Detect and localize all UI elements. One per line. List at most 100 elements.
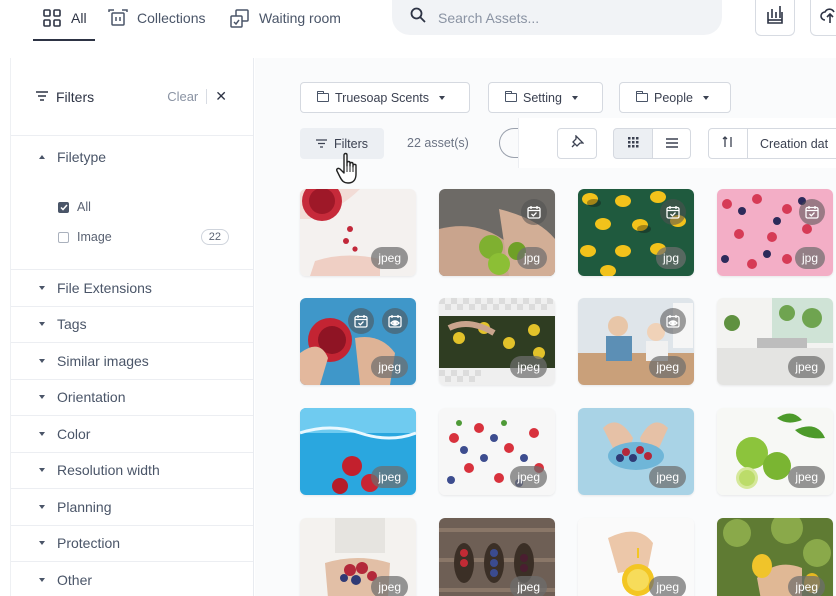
asset-card[interactable]: jpeg (439, 408, 555, 495)
folder-label: People (654, 90, 693, 105)
filter-lines-icon (315, 137, 327, 151)
chevron-down-icon (39, 541, 45, 546)
tab-collections-label: Collections (137, 10, 206, 26)
folder-label: Setting (523, 90, 562, 105)
chevron-down-icon (39, 358, 45, 363)
asset-card[interactable]: jpeg (300, 518, 416, 596)
checkbox-unchecked[interactable] (58, 231, 69, 243)
grid-view-icon (627, 135, 639, 153)
folder-icon (636, 91, 648, 102)
filter-section-file-extensions[interactable]: File Extensions (11, 270, 253, 307)
filter-section-protection[interactable]: Protection (11, 526, 253, 562)
filters-title: Filters (56, 88, 95, 105)
waiting-room-icon (230, 8, 250, 28)
file-extension-badge: jpeg (371, 466, 408, 488)
cloud-button[interactable] (810, 0, 836, 36)
checkbox-checked[interactable] (58, 201, 69, 213)
folder-dropdown-people[interactable]: People (619, 82, 731, 113)
filter-section-label: Color (57, 425, 91, 442)
filter-sections-list: File Extensions Tags Similar images Orienta… (11, 270, 253, 596)
view-icon[interactable] (382, 308, 408, 334)
folder-label: Truesoap Scents (335, 90, 430, 105)
filter-section-label: Other (57, 571, 93, 588)
chevron-down-icon (39, 322, 45, 327)
list-view-button[interactable] (652, 128, 691, 159)
filetype-toggle[interactable]: Filetype (11, 136, 253, 178)
folder-icon (317, 91, 329, 102)
tab-all[interactable]: All (42, 0, 87, 36)
asset-card[interactable]: jpeg (578, 518, 694, 596)
folder-dropdown-setting[interactable]: Setting (488, 82, 603, 113)
search-input[interactable] (438, 9, 688, 26)
asset-card[interactable]: jpeg (439, 518, 555, 596)
schedule-icon[interactable] (521, 199, 547, 225)
asset-card[interactable]: jpeg (717, 408, 833, 495)
schedule-icon[interactable] (348, 308, 374, 334)
filter-section-tags[interactable]: Tags (11, 307, 253, 343)
list-view-icon (665, 135, 678, 153)
tab-collections[interactable]: Collections (108, 0, 205, 36)
filter-section-planning[interactable]: Planning (11, 489, 253, 526)
filter-section-resolution-width[interactable]: Resolution width (11, 453, 253, 489)
file-extension-badge: jpeg (788, 466, 825, 488)
file-extension-badge: jpeg (649, 576, 686, 596)
asset-card[interactable]: jpeg (717, 298, 833, 385)
search-bar (392, 0, 722, 35)
count-badge: 22 (200, 229, 229, 245)
upload-button[interactable] (755, 0, 795, 36)
filter-section-label: Orientation (57, 389, 126, 406)
asset-card[interactable]: jpeg (578, 298, 694, 385)
asset-card[interactable]: jpg (717, 189, 833, 276)
clear-filters-button[interactable]: Clear (167, 89, 208, 104)
asset-card[interactable]: jpg (439, 189, 555, 276)
asset-card[interactable]: jpeg (578, 408, 694, 495)
filter-section-color[interactable]: Color (11, 416, 253, 453)
close-icon[interactable]: ✕ (215, 88, 227, 105)
top-bar: All Collections Waiting room (0, 0, 836, 42)
filter-section-label: Similar images (57, 352, 149, 369)
chevron-down-icon (39, 577, 45, 582)
asset-card[interactable]: jpeg (300, 298, 416, 385)
filter-section-label: Tags (57, 316, 87, 333)
chevron-down-icon (571, 95, 578, 100)
file-extension-badge: jpeg (788, 576, 825, 596)
view-icon[interactable] (660, 308, 686, 334)
pin-button[interactable] (557, 128, 597, 159)
file-extension-badge: jpeg (371, 576, 408, 596)
filetype-label: Filetype (57, 149, 107, 165)
schedule-icon[interactable] (799, 199, 825, 225)
schedule-icon[interactable] (660, 199, 686, 225)
asset-card[interactable]: jpeg (300, 408, 416, 495)
sort-direction-button[interactable] (708, 128, 748, 159)
folder-dropdown-truesoap-scents[interactable]: Truesoap Scents (300, 82, 470, 113)
filter-section-other[interactable]: Other (11, 562, 253, 596)
file-extension-badge: jpeg (788, 356, 825, 378)
folder-icon (505, 91, 517, 102)
filetype-option-image[interactable]: Image 22 (11, 222, 253, 252)
filter-section-orientation[interactable]: Orientation (11, 380, 253, 416)
grid-icon (42, 8, 62, 28)
search-icon[interactable] (410, 7, 426, 28)
sort-field-dropdown[interactable]: Creation dat (747, 128, 836, 159)
filters-sidebar-header: Filters Clear ✕ (11, 58, 253, 136)
chevron-down-icon (39, 504, 45, 509)
file-extension-badge: jpeg (371, 356, 408, 378)
filter-section-label: Resolution width (57, 462, 160, 479)
chevron-down-icon (39, 468, 45, 473)
hand-cursor-icon (336, 152, 357, 184)
tab-waiting-room[interactable]: Waiting room (230, 0, 341, 36)
sort-field-label: Creation dat (760, 136, 829, 151)
pin-icon (571, 133, 585, 153)
chevron-down-icon (39, 431, 45, 436)
asset-card[interactable]: jpeg (300, 189, 416, 276)
asset-card[interactable]: jpeg (717, 518, 833, 596)
filter-lines-icon (36, 88, 48, 106)
asset-count: 22 asset(s) (407, 136, 469, 150)
chevron-down-icon (39, 285, 45, 290)
filter-section-similar-images[interactable]: Similar images (11, 343, 253, 380)
asset-card[interactable]: jpg (578, 189, 694, 276)
grid-view-button[interactable] (613, 128, 653, 159)
chevron-down-icon (439, 95, 446, 100)
asset-card[interactable]: jpeg (439, 298, 555, 385)
filetype-option-all[interactable]: All (11, 192, 253, 222)
